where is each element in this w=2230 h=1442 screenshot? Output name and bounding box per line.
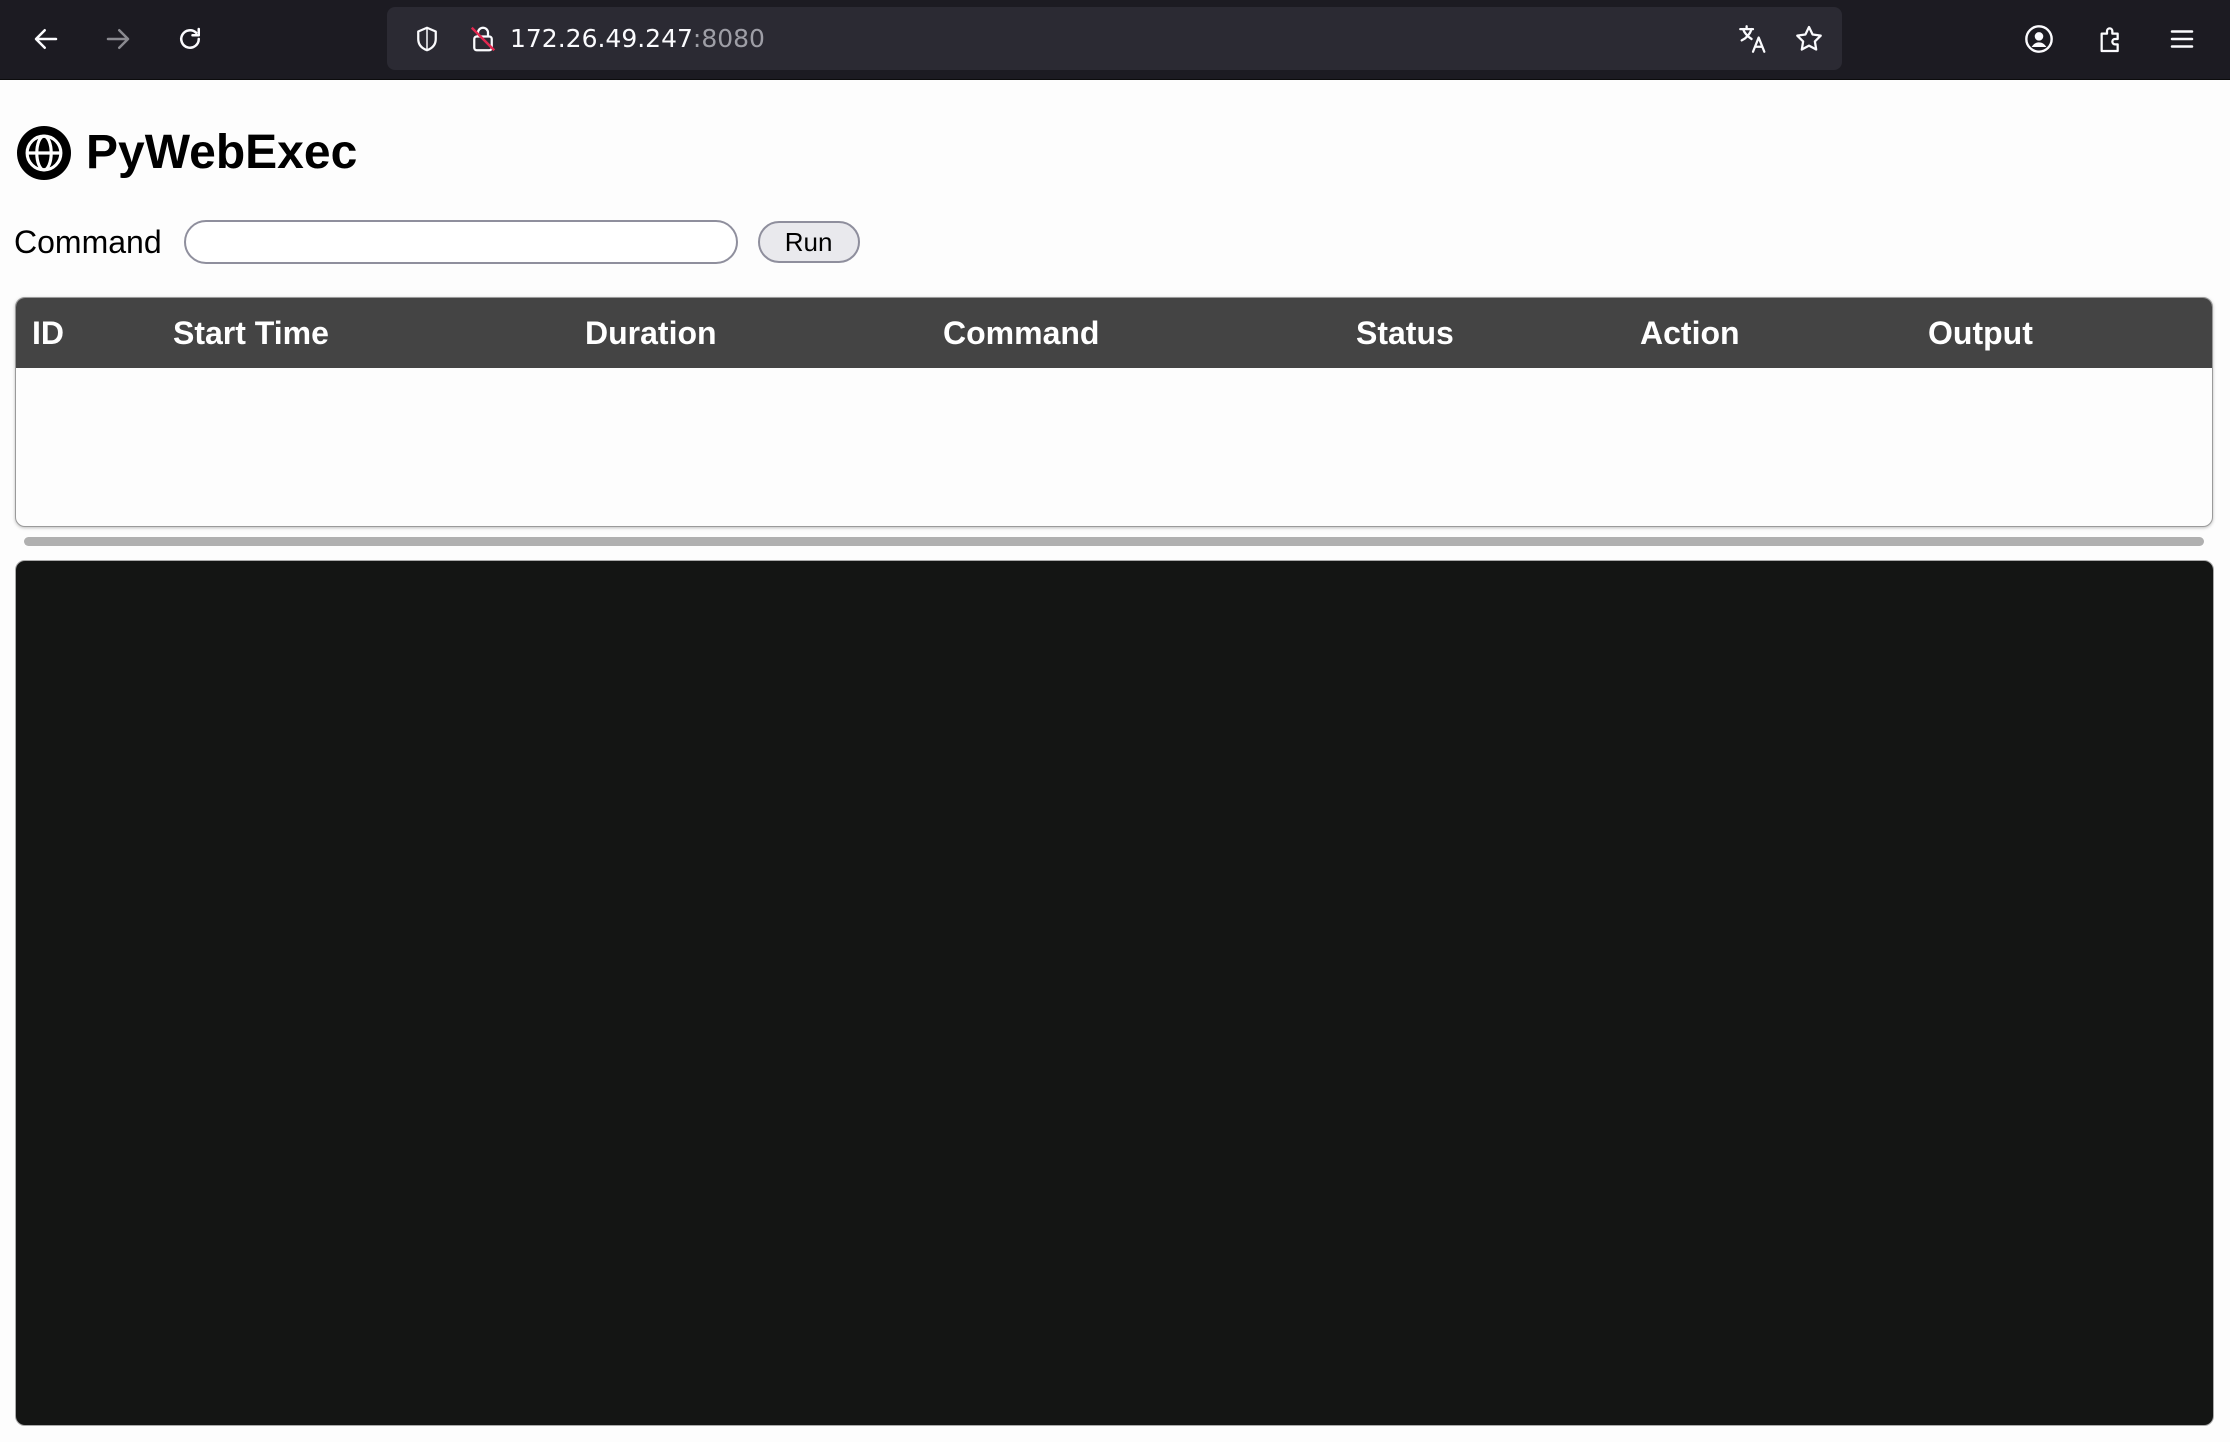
command-input[interactable] (183, 220, 738, 264)
url-text[interactable]: 172.26.49.247:8080 (510, 7, 765, 70)
account-button[interactable] (2014, 11, 2064, 67)
reload-icon (180, 27, 200, 49)
back-icon (34, 29, 58, 49)
column-header-duration[interactable]: Duration (585, 298, 717, 368)
output-terminal[interactable] (15, 560, 2214, 1426)
column-header-status[interactable]: Status (1356, 298, 1454, 368)
command-form: Command Run (14, 220, 860, 264)
url-port: :8080 (692, 24, 765, 53)
browser-toolbar: 172.26.49.247:8080 (0, 0, 2230, 80)
back-button[interactable] (21, 11, 71, 67)
column-header-command[interactable]: Command (943, 298, 1099, 368)
column-header-output[interactable]: Output (1928, 298, 2033, 368)
forward-icon (106, 29, 130, 49)
command-label: Command (14, 223, 162, 260)
bookmark-button[interactable] (1785, 7, 1833, 70)
column-header-start-time[interactable]: Start Time (173, 298, 329, 368)
extensions-icon (2100, 27, 2119, 53)
menu-icon (2170, 30, 2194, 48)
column-header-id[interactable]: ID (32, 298, 64, 368)
translate-icon (1739, 24, 1766, 53)
extensions-button[interactable] (2086, 11, 2136, 67)
app-menu-button[interactable] (2157, 11, 2207, 67)
commands-table: ID Start Time Duration Command Status Ac… (15, 297, 2213, 527)
translate-button[interactable] (1729, 7, 1777, 70)
forward-button[interactable] (93, 11, 143, 67)
shield-icon (417, 26, 437, 51)
tracking-protection-button[interactable] (403, 7, 451, 70)
account-icon (2025, 25, 2053, 53)
page-header: PyWebExec (17, 125, 357, 180)
table-header-row: ID Start Time Duration Command Status Ac… (16, 298, 2212, 368)
reload-button[interactable] (165, 11, 215, 67)
page-content: PyWebExec Command Run ID Start Time Dura… (0, 80, 2230, 1442)
resize-handle[interactable] (24, 537, 2204, 546)
run-button[interactable]: Run (757, 221, 860, 263)
column-header-action[interactable]: Action (1640, 298, 1740, 368)
bookmark-star-icon (1796, 25, 1822, 51)
site-security-button[interactable] (459, 7, 507, 70)
globe-icon (17, 125, 71, 180)
url-host: 172.26.49.247 (510, 24, 693, 53)
page-title: PyWebExec (86, 126, 358, 179)
insecure-lock-icon (470, 26, 496, 51)
url-bar[interactable]: 172.26.49.247:8080 (387, 7, 1842, 70)
